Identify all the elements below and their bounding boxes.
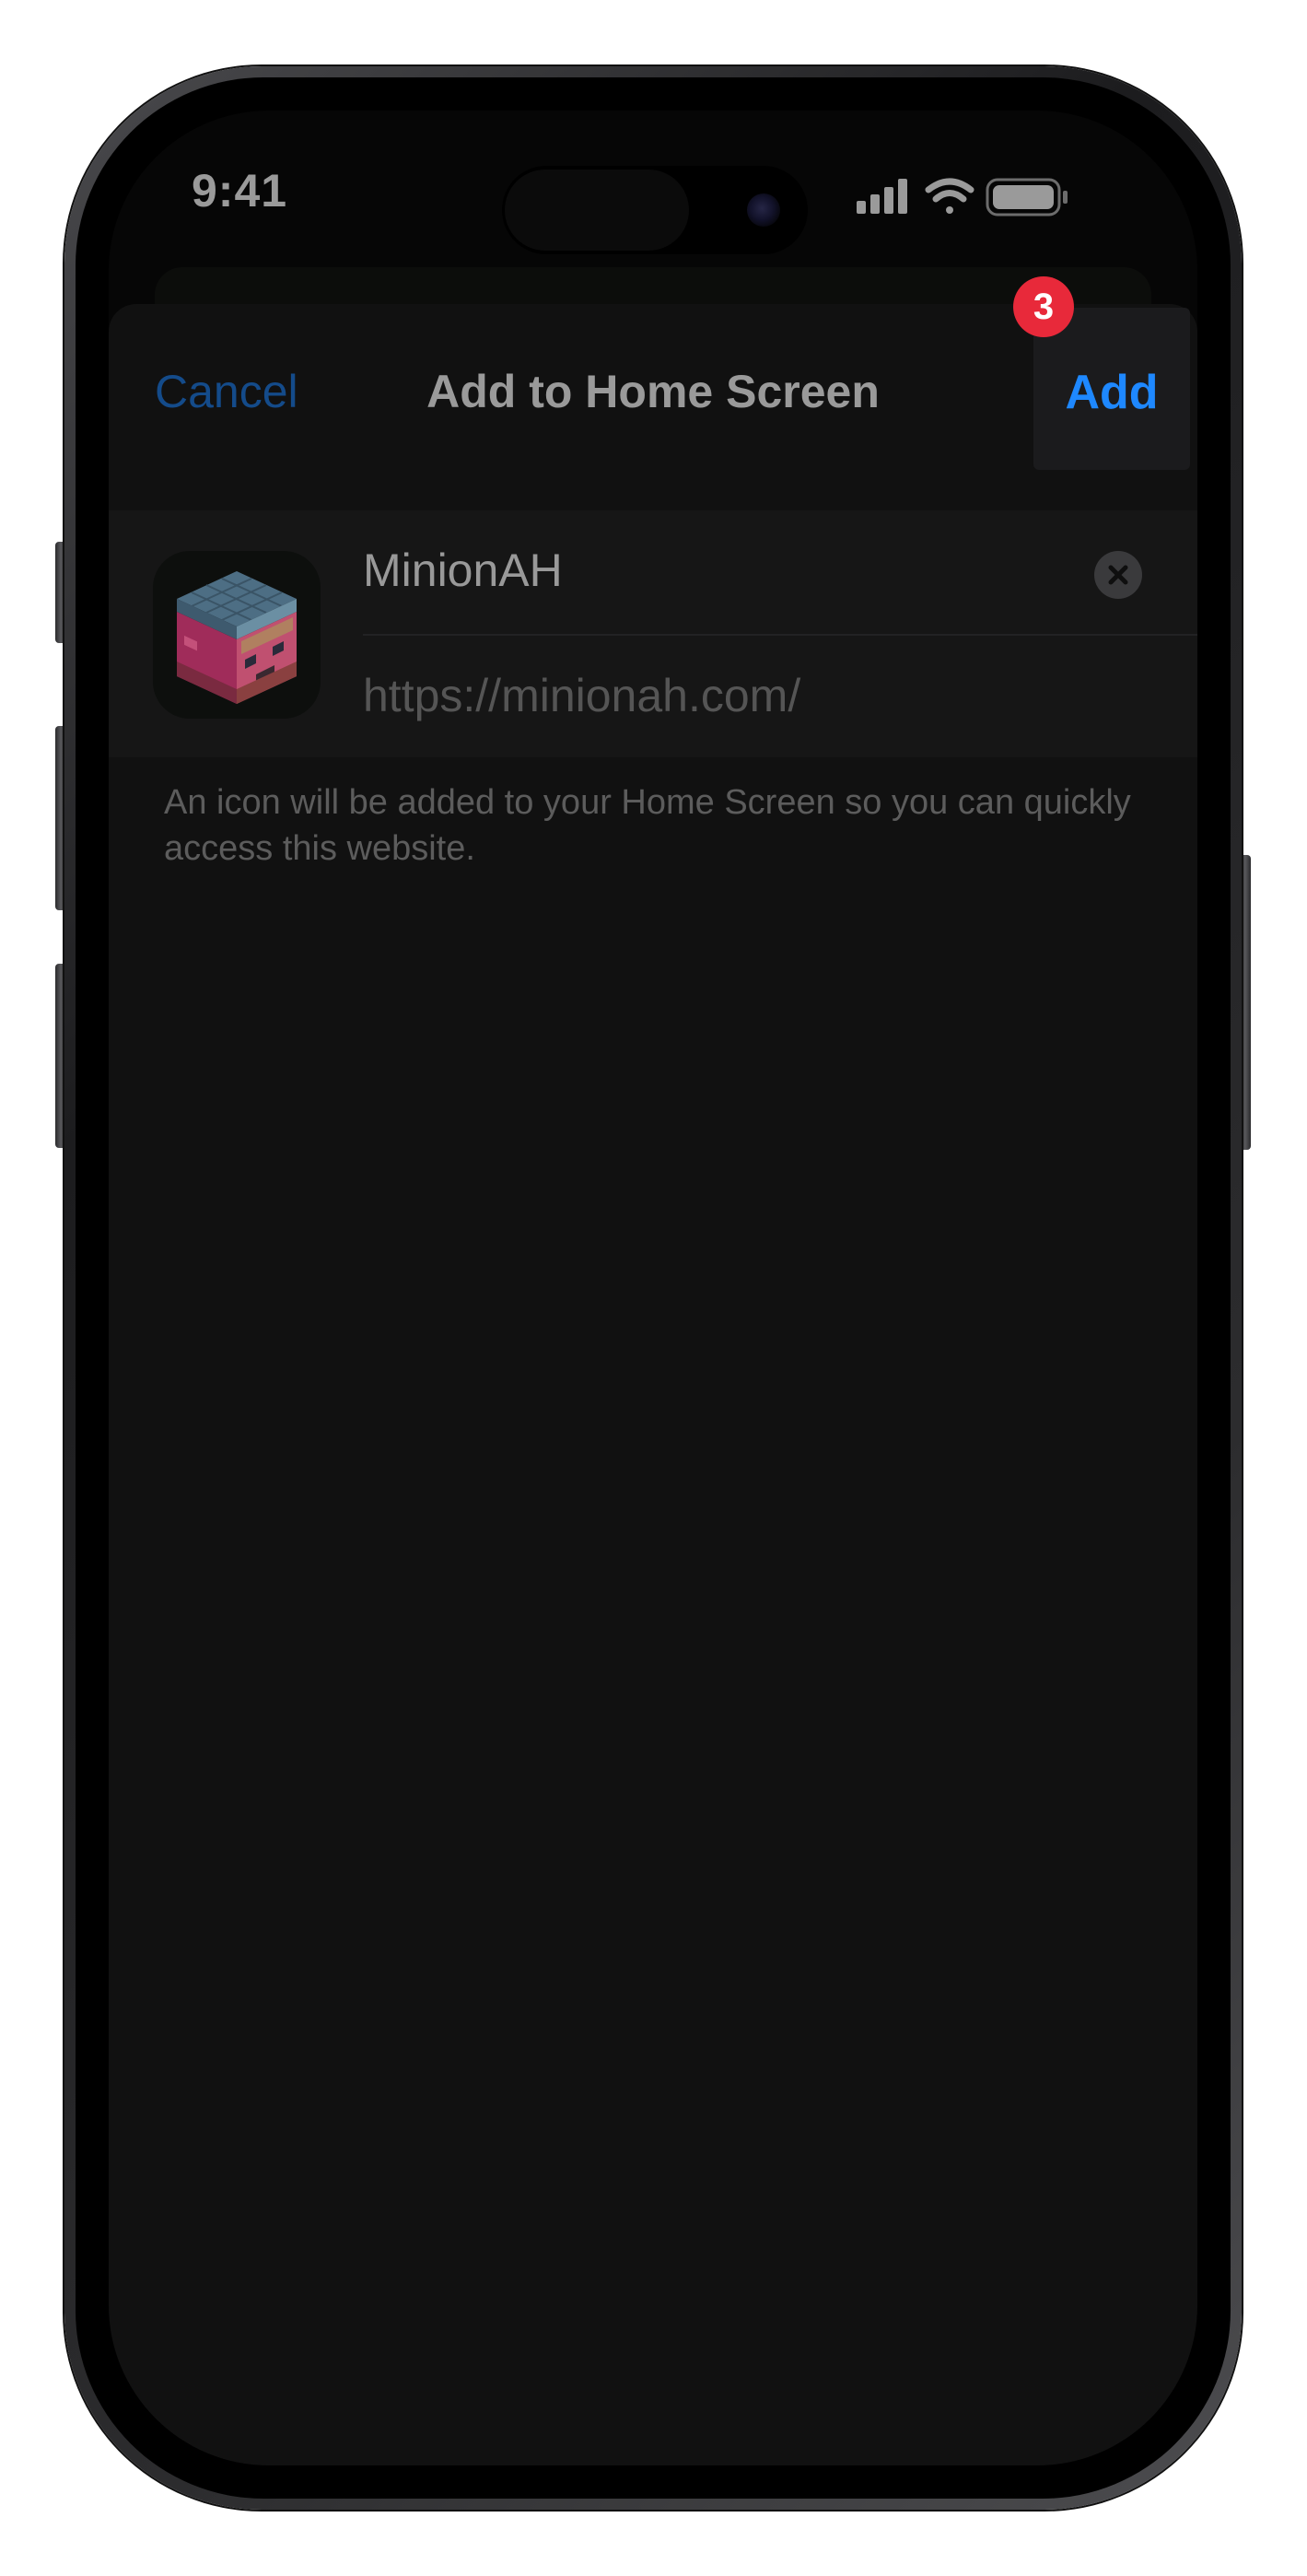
field-divider [363, 634, 1197, 636]
shortcut-form: https://minionah.com/ [109, 510, 1197, 757]
status-time: 9:41 [192, 165, 288, 217]
app-name-input[interactable] [363, 538, 1063, 603]
wifi-icon [925, 178, 974, 214]
clear-name-button[interactable] [1094, 551, 1142, 599]
front-camera-icon [747, 193, 780, 227]
add-button[interactable]: Add [1033, 365, 1190, 420]
minion-block-icon [153, 551, 321, 719]
island-sensor-area [505, 170, 689, 251]
clear-x-icon [1108, 565, 1128, 585]
status-icons-svg [857, 178, 1068, 217]
add-to-home-sheet: Cancel Add to Home Screen Add 3 MinionAH… [109, 276, 1197, 2465]
stage: 9:41 Cancel Add to Home Screen Add 3 Min… [0, 0, 1307, 2576]
cellular-signal-icon [857, 179, 907, 214]
minion-block-icon-svg [177, 571, 297, 704]
battery-icon [986, 178, 1068, 217]
description-text: An icon will be added to your Home Scree… [164, 783, 1131, 868]
step-badge: 3 [1013, 276, 1074, 337]
url-text: https://minionah.com/ [363, 670, 801, 721]
phone-screen: 9:41 Cancel Add to Home Screen Add 3 Min… [109, 111, 1197, 2465]
status-icons [857, 175, 1078, 221]
